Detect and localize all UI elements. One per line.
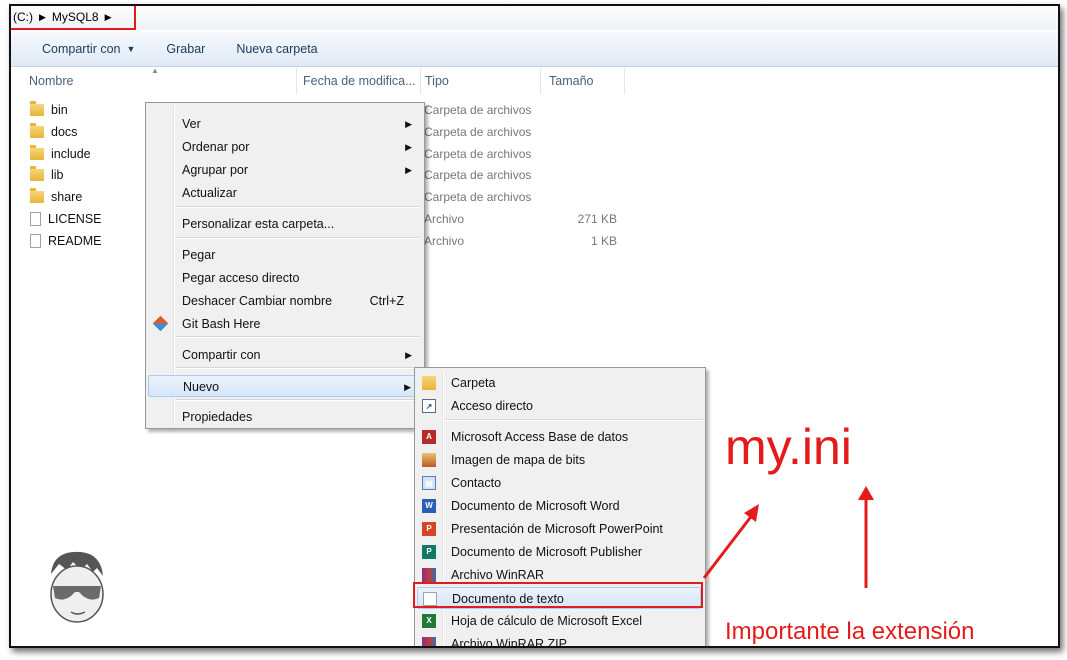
arrow-diagonal [702,513,755,579]
annotation-arrows [702,486,874,588]
explorer-window: (C:) ▶ MySQL8 ▶ Compartir con ▼ Grabar Nu… [9,4,1060,648]
annotation-filename: my.ini [725,419,852,475]
avatar-icon [50,551,104,623]
arrowhead-vertical [858,486,874,500]
arrowhead-diagonal [744,504,759,522]
annotation-note: Importante la extensión [725,618,975,645]
